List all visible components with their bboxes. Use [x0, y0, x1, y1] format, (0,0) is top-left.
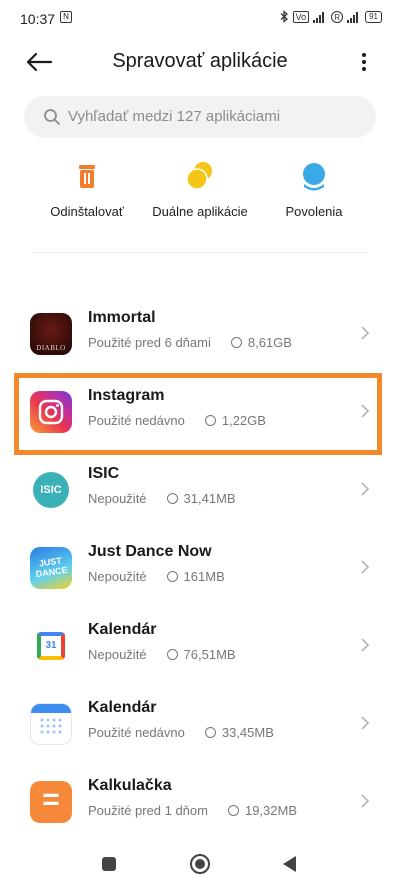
- app-list-item[interactable]: ISIC ISIC Nepoužité 31,41MB: [0, 450, 400, 528]
- app-size: 76,51MB: [183, 647, 236, 662]
- app-list-item[interactable]: = Kalkulačka Použité pred 1 dňom 19,32MB: [0, 762, 400, 840]
- isic-icon: ISIC: [30, 469, 72, 511]
- chevron-right-icon: [361, 794, 370, 808]
- app-name: Kalkulačka: [88, 777, 172, 794]
- diablo-icon: DIABLO: [30, 313, 72, 355]
- permissions-button[interactable]: Povolenia: [254, 160, 374, 219]
- app-meta: Použité pred 6 dňami 8,61GB: [88, 335, 292, 350]
- bluetooth-icon: [280, 10, 288, 23]
- system-nav-bar: [0, 841, 400, 889]
- app-list-item[interactable]: Kalendár Použité nedávno 33,45MB: [0, 684, 400, 762]
- home-button[interactable]: [190, 854, 210, 874]
- search-placeholder: Vyhľadať medzi 127 aplikáciami: [68, 108, 281, 125]
- permissions-icon: [298, 160, 330, 192]
- more-options-button[interactable]: [354, 50, 374, 74]
- dual-apps-icon: [184, 160, 216, 192]
- more-vertical-icon: [362, 53, 366, 71]
- nav-back-button[interactable]: [283, 856, 296, 872]
- app-size: 33,45MB: [221, 725, 274, 740]
- app-usage: Použité nedávno: [88, 725, 185, 740]
- chevron-right-icon: [361, 716, 370, 730]
- uninstall-label: Odinštalovať: [50, 204, 124, 219]
- calculator-icon: =: [30, 781, 72, 823]
- signal-icon-2: [347, 11, 361, 23]
- app-meta: Nepoužité 161MB: [88, 569, 225, 584]
- search-icon: [44, 109, 60, 125]
- app-usage: Nepoužité: [88, 569, 147, 584]
- app-list-item[interactable]: 31 Kalendár Nepoužité 76,51MB: [0, 606, 400, 684]
- signal-icon-1: [313, 11, 327, 23]
- app-meta: Nepoužité 76,51MB: [88, 647, 236, 662]
- app-meta: Použité nedávno 33,45MB: [88, 725, 274, 740]
- app-name: Immortal: [88, 309, 156, 326]
- app-size: 19,32MB: [244, 803, 298, 818]
- status-time: 10:37: [20, 11, 56, 27]
- app-name: Kalendár: [88, 621, 157, 638]
- storage-clock-icon: [230, 337, 242, 348]
- highlight-box: [14, 373, 382, 455]
- app-usage: Použité pred 6 dňami: [88, 335, 211, 350]
- app-usage: Použité pred 1 dňom: [88, 803, 208, 818]
- app-list-item[interactable]: JUST DANCE Just Dance Now Nepoužité 161M…: [0, 528, 400, 606]
- app-size: 8,61GB: [247, 335, 292, 350]
- chevron-right-icon: [361, 638, 370, 652]
- quick-actions: Odinštalovať Duálne aplikácie Povolenia: [0, 160, 400, 230]
- storage-clock-icon: [204, 727, 216, 738]
- dual-apps-label: Duálne aplikácie: [152, 204, 248, 219]
- permissions-label: Povolenia: [285, 204, 343, 219]
- search-bar[interactable]: Vyhľadať medzi 127 aplikáciami: [24, 96, 376, 138]
- google-calendar-icon: 31: [30, 625, 72, 667]
- app-name: Kalendár: [88, 699, 157, 716]
- storage-clock-icon: [166, 493, 178, 504]
- chevron-right-icon: [361, 560, 370, 574]
- battery-icon: 91: [365, 10, 382, 23]
- volte-icon: Vo: [292, 10, 310, 23]
- app-name: ISIC: [88, 465, 120, 482]
- storage-clock-icon: [166, 649, 178, 660]
- app-usage: Nepoužité: [88, 647, 147, 662]
- status-icons: Vo R 91: [280, 10, 382, 23]
- storage-clock-icon: [166, 571, 178, 582]
- storage-clock-icon: [227, 805, 239, 816]
- dual-apps-button[interactable]: Duálne aplikácie: [140, 160, 260, 219]
- app-list-item[interactable]: DIABLO Immortal Použité pred 6 dňami 8,6…: [0, 294, 400, 372]
- app-usage: Nepoužité: [88, 491, 147, 506]
- just-dance-icon: JUST DANCE: [30, 547, 72, 589]
- chevron-right-icon: [361, 326, 370, 340]
- app-size: 161MB: [183, 569, 225, 584]
- trash-icon: [71, 160, 103, 192]
- divider: [32, 252, 368, 253]
- page-title: Spravovať aplikácie: [112, 50, 288, 72]
- app-header: Spravovať aplikácie: [0, 40, 400, 84]
- roaming-icon: R: [331, 10, 344, 23]
- status-bar: 10:37 N Vo R 91: [0, 0, 400, 40]
- uninstall-button[interactable]: Odinštalovať: [27, 160, 147, 219]
- chevron-right-icon: [361, 482, 370, 496]
- recents-button[interactable]: [102, 857, 116, 871]
- calendar-icon: [30, 703, 72, 745]
- nfc-icon: N: [60, 11, 72, 23]
- app-name: Just Dance Now: [88, 543, 212, 560]
- app-meta: Použité pred 1 dňom 19,32MB: [88, 803, 297, 818]
- app-meta: Nepoužité 31,41MB: [88, 491, 236, 506]
- app-size: 31,41MB: [183, 491, 236, 506]
